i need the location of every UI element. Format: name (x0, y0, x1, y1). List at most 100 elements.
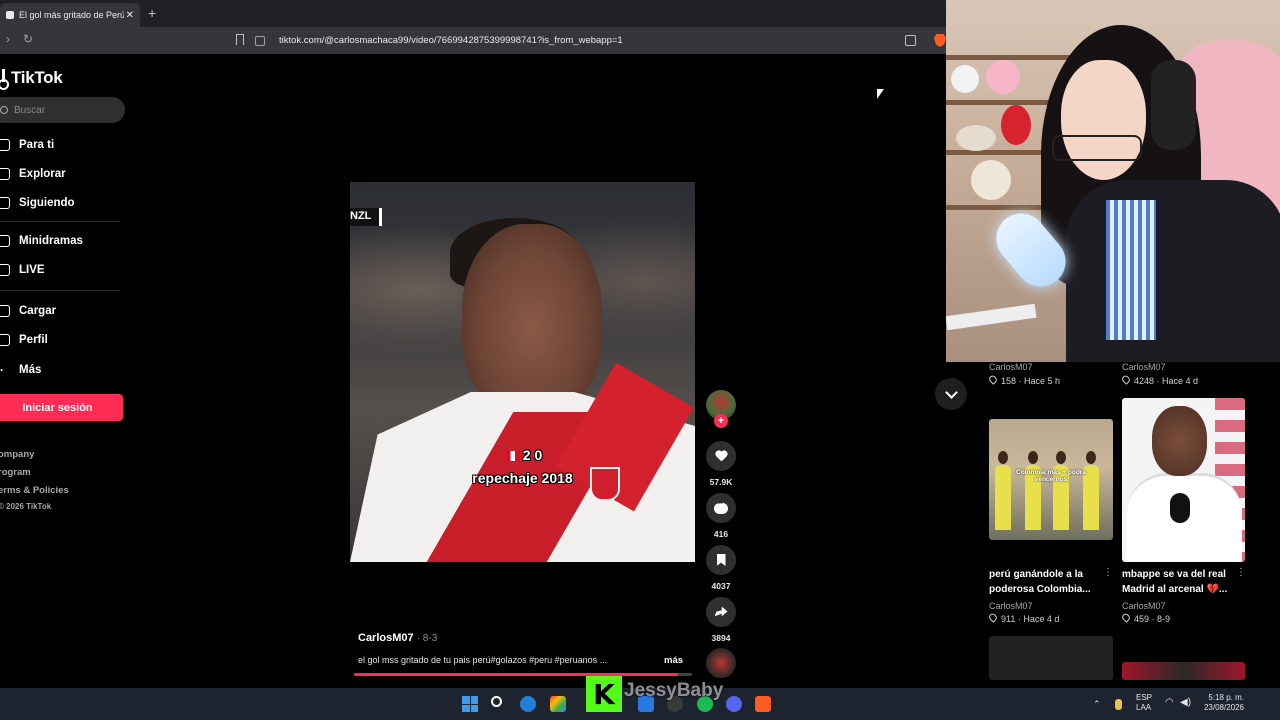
video-progress-bar[interactable] (354, 673, 692, 676)
sidebar-item-perfil[interactable]: Perfil (0, 330, 48, 350)
author-name[interactable]: CarlosM07 (358, 632, 414, 644)
kick-logo: K (586, 676, 622, 712)
post-date: · 8-3 (416, 633, 438, 644)
volume-icon[interactable]: ◀) (1180, 698, 1191, 708)
brave-icon[interactable] (755, 696, 771, 712)
save-count: 4037 (711, 581, 731, 591)
windows-start-icon[interactable] (462, 696, 478, 712)
forward-icon[interactable]: › (6, 32, 10, 46)
rec-likes: 911 (1001, 614, 1016, 624)
site-info-icon[interactable] (255, 35, 265, 46)
cam-detail (946, 55, 1086, 60)
sidebar-item-minidramas[interactable]: Minidramas (0, 231, 83, 251)
rec-thumbnail[interactable]: Colombia mas + podra vencernos (989, 419, 1113, 540)
wifi-icon[interactable]: ◠ (1165, 698, 1174, 708)
cam-detail (986, 60, 1020, 94)
sidebar-item-mas[interactable]: · Más (0, 360, 41, 380)
tab-title: El gol más gritado de Perú: Pe (19, 10, 124, 20)
bookmark-icon[interactable] (236, 34, 244, 45)
rec-title[interactable]: mbappe se va del real Madrid al arcenal … (1122, 567, 1232, 597)
rec-likes: 459 (1134, 614, 1150, 624)
more-icon: · (0, 365, 4, 377)
video-caption: el gol mss gritado de tu pais perú#golaz… (358, 655, 608, 665)
clock-date: 23/08/2026 (1203, 703, 1244, 712)
new-tab-button[interactable]: + (148, 5, 156, 21)
discord-icon[interactable] (726, 696, 742, 712)
sidebar-item-explorar[interactable]: Explorar (0, 164, 66, 184)
browser-tab-bar: El gol más gritado de Perú: Pe ✕ + (0, 0, 946, 27)
sidebar-item-cargar[interactable]: Cargar (0, 301, 56, 321)
sidebar-item-label: Para ti (19, 139, 55, 151)
cam-detail (1001, 105, 1031, 145)
search-input[interactable]: Buscar (0, 97, 125, 123)
rec-thumbnail[interactable] (1122, 662, 1245, 680)
translate-icon[interactable] (905, 35, 916, 46)
copyright: © 2026 TikTok (0, 502, 52, 511)
more-button[interactable]: más (664, 655, 683, 666)
rec-title[interactable]: perú ganándole a la poderosa Colombia... (989, 567, 1099, 597)
follow-button[interactable]: + (714, 414, 728, 428)
heart-outline-icon (1120, 612, 1132, 623)
video-text-overlay: repechaje 2018 (472, 470, 573, 486)
photos-icon[interactable] (550, 696, 566, 712)
footer-link-company[interactable]: ompany (0, 449, 34, 460)
rec-stats: 158 · Hace 5 h (987, 374, 1061, 386)
sidebar-divider (0, 221, 120, 222)
close-tab-icon[interactable]: ✕ (126, 10, 134, 21)
url-text: tiktok.com/@carlosmachaca99/video/766994… (279, 35, 623, 46)
edge-icon[interactable] (520, 696, 536, 712)
video-author[interactable]: CarlosM07 · 8-3 (358, 632, 437, 644)
login-button[interactable]: Iniciar sesión (0, 394, 123, 421)
save-button[interactable] (706, 545, 736, 575)
heart-outline-icon (987, 612, 999, 623)
kebab-menu-icon[interactable]: ⋮ (1103, 567, 1113, 578)
language-indicator[interactable]: ESP LAA (1136, 693, 1152, 713)
music-disc[interactable] (706, 648, 736, 678)
sidebar-item-para-ti[interactable]: Para ti (0, 135, 54, 155)
sidebar-item-label: Explorar (19, 168, 66, 180)
video-frame-detail (462, 224, 602, 414)
next-video-button[interactable] (935, 378, 967, 410)
upload-icon (0, 305, 10, 317)
share-button[interactable] (706, 597, 736, 627)
rec-stats: 911 · Hace 4 d (987, 612, 1059, 624)
footer-link-terms[interactable]: erms & Policies (0, 485, 69, 496)
tiktok-logo[interactable]: TikTok (0, 68, 63, 90)
thumb-caption: Colombia mas + podra vencernos (1016, 469, 1086, 483)
sidebar-item-live[interactable]: LIVE (0, 260, 45, 280)
sidebar-item-siguiendo[interactable]: Siguiendo (0, 193, 75, 213)
rec-author[interactable]: CarlosM07 (1122, 362, 1166, 372)
video-score-overlay: 2 0 (350, 447, 695, 463)
taskbar-search-icon[interactable] (491, 696, 502, 707)
cam-detail (951, 65, 979, 93)
compass-icon (0, 168, 10, 180)
rec-stats: 4248 · Hace 4 d (1120, 374, 1199, 386)
video-player[interactable] (350, 182, 695, 562)
clock[interactable]: 5:18 p. m. 23/08/2026 (1196, 693, 1244, 713)
live-icon (0, 264, 10, 276)
rec-author[interactable]: CarlosM07 (989, 601, 1033, 611)
cam-detail (956, 125, 996, 151)
footer-link-program[interactable]: rogram (0, 467, 31, 478)
mouse-cursor-icon (877, 89, 884, 99)
reload-icon[interactable]: ↻ (23, 32, 33, 46)
cam-detail (1061, 60, 1146, 180)
browser-tab[interactable]: El gol más gritado de Perú: Pe ✕ (0, 3, 140, 27)
profile-icon (0, 334, 10, 346)
kebab-menu-icon[interactable]: ⋮ (1236, 567, 1246, 578)
share-count: 3894 (711, 633, 731, 643)
rec-thumbnail[interactable] (1122, 398, 1245, 562)
comment-button[interactable] (706, 493, 736, 523)
rec-time: Hace 5 h (1024, 376, 1061, 386)
url-field[interactable]: tiktok.com/@carlosmachaca99/video/766994… (255, 31, 935, 50)
tray-chevron-icon[interactable]: ⌃ (1093, 699, 1101, 709)
rec-time: Hace 4 d (1162, 376, 1199, 386)
microphone-icon[interactable] (1115, 699, 1122, 710)
rec-thumbnail[interactable] (989, 636, 1113, 680)
scoreboard-tag: NZL (350, 208, 383, 226)
rec-author[interactable]: CarlosM07 (1122, 601, 1166, 611)
rec-author[interactable]: CarlosM07 (989, 362, 1033, 372)
brave-shields-icon[interactable] (934, 34, 946, 47)
search-icon (0, 106, 8, 114)
like-button[interactable] (706, 441, 736, 471)
